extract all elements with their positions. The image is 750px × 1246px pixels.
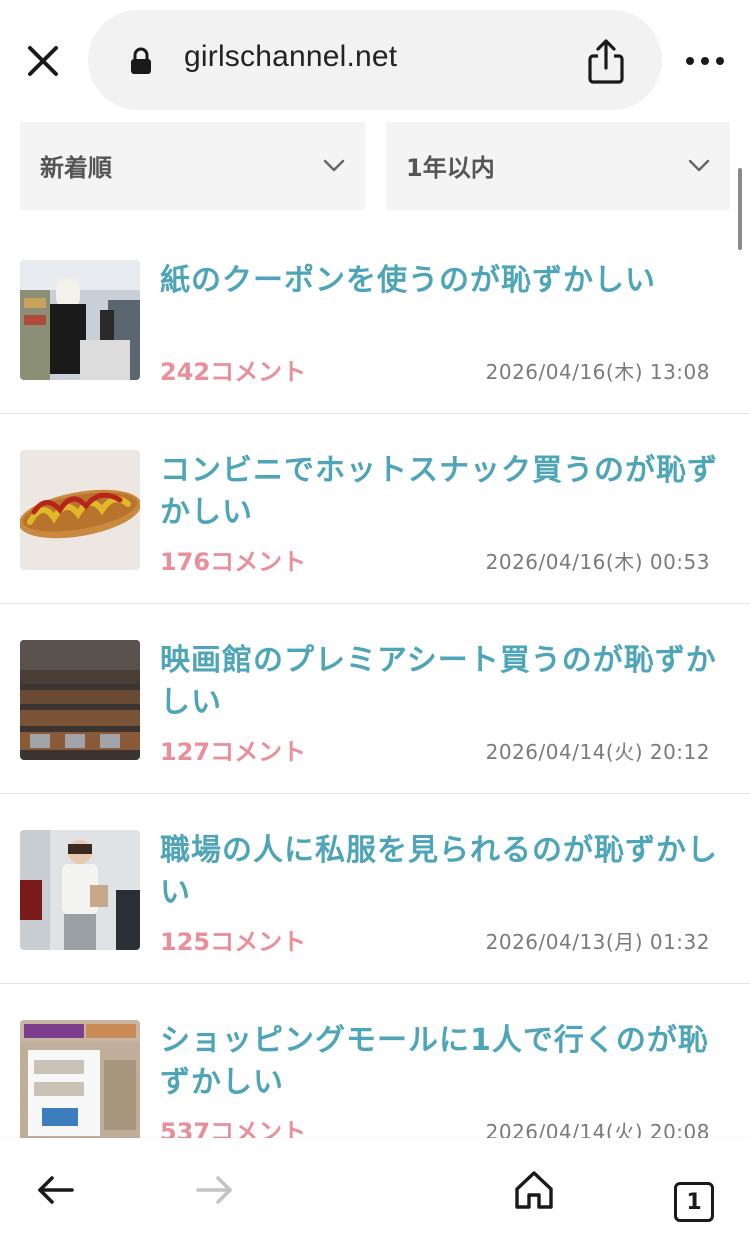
thumbnail-image xyxy=(20,640,140,760)
url-text: girlschannel.net xyxy=(184,40,398,73)
item-date: 2026/04/16(木) 13:08 xyxy=(485,360,710,384)
share-icon[interactable] xyxy=(584,38,628,86)
period-select[interactable]: 1年以内 xyxy=(386,122,730,210)
list-item[interactable]: 紙のクーポンを使うのが恥ずかしい 242コメント 2026/04/16(木) 1… xyxy=(0,224,750,414)
sort-select-label: 新着順 xyxy=(40,154,112,182)
more-icon xyxy=(686,57,724,65)
close-button[interactable] xyxy=(22,40,64,82)
thumbnail-image xyxy=(20,260,140,380)
thumbnail-image xyxy=(20,450,140,570)
sort-select[interactable]: 新着順 xyxy=(20,122,365,210)
more-button[interactable] xyxy=(684,40,726,82)
back-button[interactable] xyxy=(32,1166,80,1214)
address-bar[interactable]: girlschannel.net xyxy=(88,10,662,110)
item-title[interactable]: 映画館のプレミアシート買うのが恥ずかしい xyxy=(160,640,720,724)
thumbnail-image xyxy=(20,1020,140,1140)
forward-button[interactable] xyxy=(190,1166,238,1214)
lock-icon xyxy=(131,47,151,74)
home-icon xyxy=(515,1171,553,1209)
comment-count: 127コメント xyxy=(160,738,307,766)
close-icon xyxy=(28,46,58,76)
tabs-count: 1 xyxy=(686,1189,702,1215)
thumbnail-image xyxy=(20,830,140,950)
browser-page: girlschannel.net 新着順 1年以内 紙のクーポンを使うのが恥ずか… xyxy=(0,0,750,1246)
item-date: 2026/04/13(月) 01:32 xyxy=(485,930,710,954)
item-title[interactable]: 紙のクーポンを使うのが恥ずかしい xyxy=(160,260,720,302)
list-item[interactable]: 職場の人に私服を見られるのが恥ずかしい 125コメント 2026/04/13(月… xyxy=(0,794,750,984)
item-title[interactable]: コンビニでホットスナック買うのが恥ずかしい xyxy=(160,450,720,534)
comment-count: 125コメント xyxy=(160,928,307,956)
arrow-right-icon xyxy=(196,1176,232,1204)
item-title[interactable]: ショッピングモールに1人で行くのが恥ずかしい xyxy=(160,1020,720,1104)
comment-count: 242コメント xyxy=(160,358,307,386)
chevron-down-icon xyxy=(323,159,345,172)
top-bar: girlschannel.net xyxy=(0,0,750,118)
item-title[interactable]: 職場の人に私服を見られるのが恥ずかしい xyxy=(160,830,720,914)
item-date: 2026/04/16(木) 00:53 xyxy=(485,550,710,574)
list-item[interactable]: 映画館のプレミアシート買うのが恥ずかしい 127コメント 2026/04/14(… xyxy=(0,604,750,794)
tabs-button[interactable]: 1 xyxy=(674,1182,714,1222)
list-item[interactable]: コンビニでホットスナック買うのが恥ずかしい 176コメント 2026/04/16… xyxy=(0,414,750,604)
item-date: 2026/04/14(火) 20:12 xyxy=(485,740,710,764)
home-button[interactable] xyxy=(510,1166,558,1214)
bottom-toolbar: 1 xyxy=(0,1138,750,1246)
chevron-down-icon xyxy=(688,159,710,172)
comment-count: 176コメント xyxy=(160,548,307,576)
period-select-label: 1年以内 xyxy=(406,154,495,182)
arrow-left-icon xyxy=(38,1176,74,1204)
